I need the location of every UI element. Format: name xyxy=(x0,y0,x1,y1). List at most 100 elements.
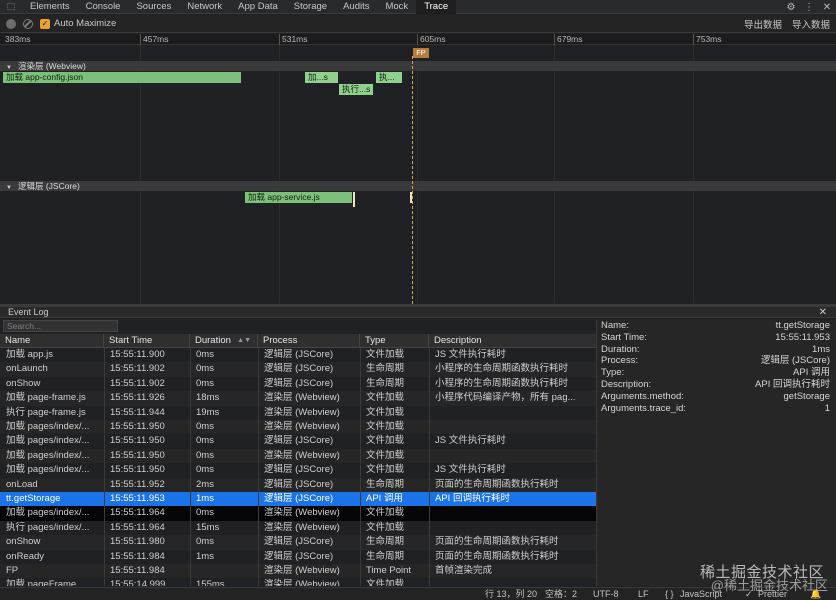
trace-tick-mark[interactable] xyxy=(353,192,355,207)
cell-duration xyxy=(190,564,258,578)
cell-duration: 19ms xyxy=(196,406,220,418)
indent-setting[interactable]: 空格：2 xyxy=(545,588,577,600)
cell-type: 文件加载 xyxy=(366,349,405,360)
tab-network[interactable]: Network xyxy=(179,0,230,14)
table-row[interactable]: 加载 pages/index/... 15:55:11.964 0ms 渲染层 (We… xyxy=(0,506,596,521)
close-icon[interactable]: ✕ xyxy=(819,307,827,318)
detail-value: 1ms xyxy=(812,343,830,355)
tab-trace[interactable]: Trace xyxy=(416,0,457,14)
jscore-section-label: 逻辑层 (JSCore) xyxy=(17,181,80,191)
cell-type: 生命周期 xyxy=(366,377,405,389)
column-header-process[interactable]: Process xyxy=(258,334,360,348)
tab-app-data[interactable]: App Data xyxy=(230,0,286,14)
column-header-name[interactable]: Name xyxy=(0,334,104,348)
cell-process: 渲染层 (Webview) xyxy=(264,507,340,519)
cell-type: 生命周期 xyxy=(366,363,405,375)
cursor-position[interactable]: 行 13，列 20 xyxy=(485,588,537,600)
clear-button[interactable] xyxy=(23,18,33,29)
trace-bar-app-config[interactable]: 加载 app-config.json xyxy=(3,72,241,83)
column-header-duration[interactable]: Duration ▲▼ xyxy=(190,334,258,348)
cell-description: 小程序的生命周期函数执行耗时 xyxy=(435,363,569,375)
table-row[interactable]: FP 15:55:11.984 渲染层 (Webview) Time Point 首帧渲… xyxy=(0,564,596,579)
cell-description: 页面的生命周期函数执行耗时 xyxy=(435,550,559,562)
trace-toolbar: ✓ Auto Maximize 导出数据 导入数据 xyxy=(0,15,836,33)
close-icon[interactable]: ✕ xyxy=(818,2,836,13)
cell-type: 文件加载 xyxy=(366,406,405,418)
table-row[interactable]: 加载 pages/index/... 15:55:11.950 0ms 逻辑层 (JS… xyxy=(0,463,596,477)
cell-process: 渲染层 (Webview) xyxy=(264,449,340,461)
detail-key: Description: xyxy=(601,378,652,390)
trace-bar[interactable]: 执... xyxy=(376,72,402,83)
table-row-selected[interactable]: tt.getStorage 15:55:11.953 1ms 逻辑层 (JSCore)… xyxy=(0,492,596,507)
column-header-start-time[interactable]: Start Time xyxy=(104,334,190,348)
column-separator xyxy=(429,348,430,586)
tab-storage[interactable]: Storage xyxy=(286,0,335,14)
cell-process: 逻辑层 (JSCore) xyxy=(264,377,334,389)
column-separator xyxy=(258,348,259,586)
encoding-setting[interactable]: UTF-8 xyxy=(593,588,619,600)
table-row[interactable]: 加载 app.js 15:55:11.900 0ms 逻辑层 (JSCore) 文件加载… xyxy=(0,348,596,362)
column-header-description[interactable]: Description xyxy=(429,334,596,348)
tab-mock[interactable]: Mock xyxy=(377,0,416,14)
trace-bar-app-service[interactable]: 加载 app-service.js xyxy=(245,192,352,203)
cell-duration: 18ms xyxy=(196,392,220,404)
search-input[interactable] xyxy=(3,320,118,332)
cell-start-time: 15:55:11.902 xyxy=(110,363,165,375)
cell-duration: 1ms xyxy=(196,550,214,562)
cell-duration: 0ms xyxy=(196,377,214,389)
table-row[interactable]: 加载 pages/index/... 15:55:11.950 0ms 渲染层 (We… xyxy=(0,420,596,435)
tab-audits[interactable]: Audits xyxy=(335,0,377,14)
cell-name: onReady xyxy=(6,550,45,562)
cell-process: 逻辑层 (JSCore) xyxy=(264,435,334,447)
jscore-section-header[interactable]: ▼ 逻辑层 (JSCore) xyxy=(0,181,836,191)
inspect-element-icon[interactable]: ⬚ xyxy=(0,0,22,14)
watermark-secondary: @稀土掘金技术社区 xyxy=(710,578,828,593)
cell-start-time: 15:55:11.944 xyxy=(110,406,165,418)
cell-duration: 155ms xyxy=(196,579,225,586)
table-row[interactable]: 加载 pages/index/... 15:55:11.950 0ms 逻辑层 (JS… xyxy=(0,434,596,448)
detail-value: 15:55:11.953 xyxy=(775,331,830,343)
cell-name: 执行 pages/index/... xyxy=(6,521,90,533)
cell-name: 加载 pages/index/... xyxy=(6,421,90,432)
cell-start-time: 15:55:11.950 xyxy=(110,464,165,476)
cell-process: 渲染层 (Webview) xyxy=(264,406,340,418)
cell-name: 执行 page-frame.js xyxy=(6,406,86,418)
table-row[interactable]: 加载 pages/index/... 15:55:11.950 0ms 渲染层 (We… xyxy=(0,448,596,464)
import-button[interactable]: 导入数据 xyxy=(792,17,830,31)
tab-sources[interactable]: Sources xyxy=(128,0,179,14)
cell-name: FP xyxy=(6,565,19,576)
cell-name: onShow xyxy=(6,377,41,389)
table-row[interactable]: onShow 15:55:11.902 0ms 逻辑层 (JSCore) 生命周期 小程序… xyxy=(0,377,596,391)
detail-row: Description: API 回调执行耗时 xyxy=(597,379,836,391)
cell-process: 渲染层 (Webview) xyxy=(264,579,340,586)
table-row[interactable]: 加载 page-frame.js 15:55:11.926 18ms 渲染层 (Web… xyxy=(0,391,596,406)
cell-start-time: 15:55:11.964 xyxy=(110,507,165,519)
trace-bar[interactable]: 执行...s xyxy=(339,84,373,95)
table-row[interactable]: 执行 page-frame.js 15:55:11.944 19ms 渲染层 (Web… xyxy=(0,406,596,420)
cell-type: 生命周期 xyxy=(366,478,405,490)
gear-icon[interactable]: ⚙ xyxy=(782,2,800,13)
cell-process: 逻辑层 (JSCore) xyxy=(264,464,334,476)
time-ruler: 383ms 457ms 531ms 605ms 679ms 753ms xyxy=(0,34,836,45)
table-row[interactable]: onLoad 15:55:11.952 2ms 逻辑层 (JSCore) 生命周期 页面的… xyxy=(0,477,596,492)
webview-section-header[interactable]: ▼ 渲染层 (Webview) xyxy=(0,61,836,71)
cell-description: 小程序代码编译产物，所有 pag... xyxy=(435,392,576,404)
column-header-type[interactable]: Type xyxy=(360,334,429,348)
table-row[interactable]: onLaunch 15:55:11.902 0ms 逻辑层 (JSCore) 生命周期 小… xyxy=(0,362,596,377)
table-row[interactable]: onShow 15:55:11.980 0ms 逻辑层 (JSCore) 生命周期 页面的… xyxy=(0,535,596,550)
tab-elements[interactable]: Elements xyxy=(22,0,78,14)
eol-setting[interactable]: LF xyxy=(638,588,649,600)
auto-maximize-checkbox[interactable]: ✓ xyxy=(40,18,50,29)
fp-marker[interactable]: FP xyxy=(413,48,429,58)
record-button[interactable] xyxy=(6,18,16,29)
tab-console[interactable]: Console xyxy=(78,0,129,14)
table-row[interactable]: 执行 pages/index/... 15:55:11.964 15ms 渲染层 (W… xyxy=(0,521,596,535)
more-icon[interactable]: ⋮ xyxy=(800,2,818,13)
export-button[interactable]: 导出数据 xyxy=(744,17,782,31)
table-row[interactable]: onReady 15:55:11.984 1ms 逻辑层 (JSCore) 生命周期 页面… xyxy=(0,550,596,564)
cell-description xyxy=(429,506,596,520)
ruler-tick: 679ms xyxy=(554,34,583,45)
cell-start-time: 15:55:11.984 xyxy=(110,565,165,576)
trace-bar[interactable]: 加...s xyxy=(305,72,338,83)
table-row[interactable]: 加载 pageFrame.... 15:55:14.999 155ms 渲染层 (We… xyxy=(0,578,596,586)
